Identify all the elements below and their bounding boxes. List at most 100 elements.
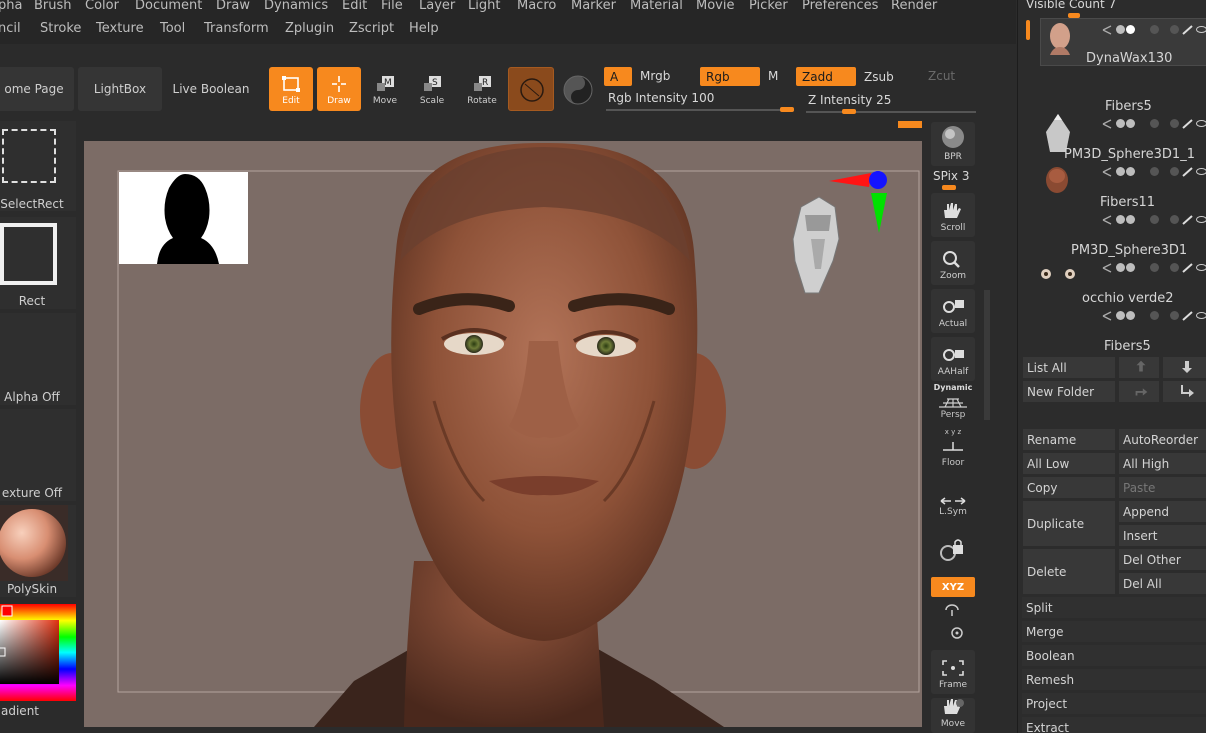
rgb-intensity-slider[interactable] xyxy=(606,109,794,111)
toggle-dot-icon[interactable] xyxy=(1116,263,1125,272)
menu-tool[interactable]: Tool xyxy=(160,21,185,36)
lsym-button[interactable]: L.Sym xyxy=(931,492,975,522)
toggle-dot-icon[interactable] xyxy=(1116,215,1125,224)
toggle-dot-icon[interactable] xyxy=(1126,263,1135,272)
visibility-eye-icon[interactable] xyxy=(1196,120,1206,127)
live-boolean-button[interactable]: Live Boolean xyxy=(168,67,254,111)
alpha-slot[interactable]: Alpha Off xyxy=(0,313,76,405)
canvas-size-handle[interactable] xyxy=(898,121,922,128)
rotate-z-icon[interactable] xyxy=(948,625,966,641)
del-other-button[interactable]: Del Other xyxy=(1119,549,1206,570)
polyframe-dot-icon[interactable] xyxy=(1150,25,1159,34)
select-rect-tool[interactable]: SelectRect xyxy=(0,121,76,211)
menu-stroke[interactable]: Stroke xyxy=(40,21,81,36)
toggle-dot-icon[interactable] xyxy=(1126,119,1135,128)
autoreorder-button[interactable]: AutoReorder xyxy=(1119,429,1206,450)
split-section[interactable]: Split xyxy=(1022,597,1206,618)
navigation-gizmo[interactable] xyxy=(789,169,889,299)
mrgb-button[interactable]: Mrgb xyxy=(640,69,670,83)
polyframe-dot-icon[interactable] xyxy=(1170,215,1179,224)
spix-label[interactable]: SPix 3 xyxy=(933,169,969,183)
spix-slider-knob[interactable] xyxy=(942,185,956,190)
visibility-eye-icon[interactable] xyxy=(1196,216,1206,223)
menu-edit[interactable]: Edit xyxy=(342,0,367,13)
move-in-button[interactable] xyxy=(1163,381,1206,402)
remesh-section[interactable]: Remesh xyxy=(1022,669,1206,690)
zoom-button[interactable]: Zoom xyxy=(931,241,975,285)
visibility-eye-icon[interactable] xyxy=(1196,168,1206,175)
toggle-dot-icon[interactable] xyxy=(1126,25,1135,34)
toggle-dot-icon[interactable] xyxy=(1126,167,1135,176)
paint-brush-icon[interactable] xyxy=(1182,263,1194,273)
zadd-button[interactable]: Zadd xyxy=(796,67,856,86)
zsub-button[interactable]: Zsub xyxy=(864,70,894,84)
new-folder-button[interactable]: New Folder xyxy=(1023,381,1115,402)
arrow-back-icon[interactable] xyxy=(1102,311,1112,321)
menu-zplugin[interactable]: Zplugin xyxy=(285,21,334,36)
move-view-button[interactable]: Move xyxy=(931,698,975,733)
paint-brush-icon[interactable] xyxy=(1182,167,1194,177)
rotate-y-icon[interactable] xyxy=(943,602,961,618)
a-toggle-button[interactable]: A xyxy=(604,67,632,86)
draw-button[interactable]: Draw xyxy=(317,67,361,111)
paint-brush-icon[interactable] xyxy=(1182,311,1194,321)
copy-button[interactable]: Copy xyxy=(1023,477,1115,498)
toggle-dot-icon[interactable] xyxy=(1116,311,1125,320)
aahalf-button[interactable]: AAHalf xyxy=(931,337,975,381)
menu-stencil[interactable]: ncil xyxy=(0,21,21,36)
right-shelf-scrollbar[interactable] xyxy=(984,290,990,420)
polyframe-dot-icon[interactable] xyxy=(1170,25,1179,34)
move-down-button[interactable] xyxy=(1163,357,1206,378)
persp-button[interactable]: Dynamic Persp xyxy=(931,383,975,423)
move-button[interactable]: M Move xyxy=(363,67,407,111)
menu-document[interactable]: Document xyxy=(135,0,202,13)
subtool-scroll-indicator[interactable] xyxy=(1026,20,1030,40)
menu-transform[interactable]: Transform xyxy=(204,21,269,36)
project-section[interactable]: Project xyxy=(1022,693,1206,714)
rename-button[interactable]: Rename xyxy=(1023,429,1115,450)
toggle-dot-icon[interactable] xyxy=(1116,119,1125,128)
scale-button[interactable]: S Scale xyxy=(410,67,454,111)
list-all-button[interactable]: List All xyxy=(1023,357,1115,378)
scroll-button[interactable]: Scroll xyxy=(931,193,975,237)
rotate-button[interactable]: R Rotate xyxy=(460,67,504,111)
menu-movie[interactable]: Movie xyxy=(696,0,734,13)
menu-brush[interactable]: Brush xyxy=(34,0,72,13)
frame-button[interactable]: Frame xyxy=(931,650,975,694)
rgb-intensity-knob[interactable] xyxy=(780,107,794,112)
merge-section[interactable]: Merge xyxy=(1022,621,1206,642)
menu-texture[interactable]: Texture xyxy=(96,21,144,36)
paint-brush-icon[interactable] xyxy=(1182,119,1194,129)
polyframe-dot-icon[interactable] xyxy=(1150,263,1159,272)
append-button[interactable]: Append xyxy=(1119,501,1206,522)
move-up-button[interactable] xyxy=(1119,357,1159,378)
menu-preferences[interactable]: Preferences xyxy=(802,0,878,13)
toggle-dot-icon[interactable] xyxy=(1126,311,1135,320)
reference-image[interactable] xyxy=(119,172,248,264)
arrow-back-icon[interactable] xyxy=(1102,215,1112,225)
menu-help[interactable]: Help xyxy=(409,21,439,36)
polyframe-dot-icon[interactable] xyxy=(1150,167,1159,176)
menu-light[interactable]: Light xyxy=(468,0,500,13)
home-page-button[interactable]: ome Page xyxy=(0,67,74,111)
texture-slot[interactable]: exture Off xyxy=(0,409,76,501)
arrow-back-icon[interactable] xyxy=(1102,119,1112,129)
menu-color[interactable]: Color xyxy=(85,0,119,13)
menu-macro[interactable]: Macro xyxy=(517,0,556,13)
rgb-button[interactable]: Rgb xyxy=(700,67,760,86)
polyframe-dot-icon[interactable] xyxy=(1150,311,1159,320)
material-swatch-button[interactable] xyxy=(508,67,554,111)
actual-button[interactable]: Actual xyxy=(931,289,975,333)
paste-button[interactable]: Paste xyxy=(1119,477,1206,498)
zcut-button[interactable]: Zcut xyxy=(928,69,955,83)
boolean-section[interactable]: Boolean xyxy=(1022,645,1206,666)
visibility-eye-icon[interactable] xyxy=(1196,312,1206,319)
arrow-back-icon[interactable] xyxy=(1102,263,1112,273)
color-picker[interactable] xyxy=(0,604,76,701)
document-canvas[interactable] xyxy=(84,141,922,727)
polyframe-dot-icon[interactable] xyxy=(1150,215,1159,224)
paint-brush-icon[interactable] xyxy=(1182,25,1194,35)
menu-render[interactable]: Render xyxy=(891,0,937,13)
extract-section[interactable]: Extract xyxy=(1022,717,1206,733)
menu-picker[interactable]: Picker xyxy=(749,0,788,13)
